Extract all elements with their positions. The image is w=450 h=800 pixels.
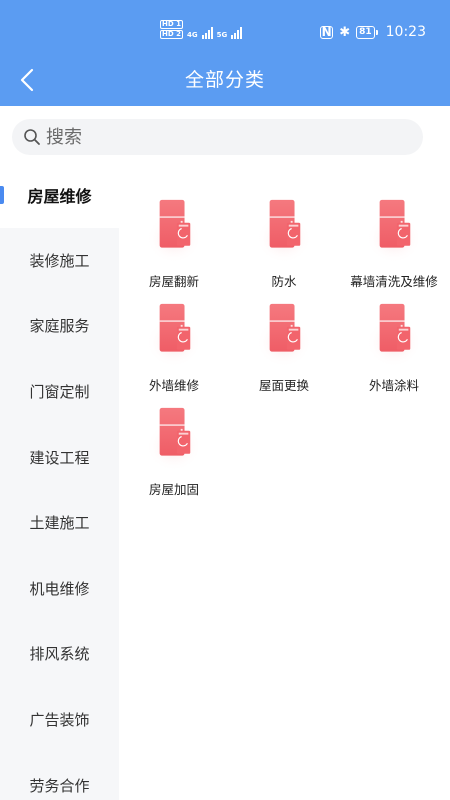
sidebar-item-construction[interactable]: 建设工程: [0, 424, 119, 490]
sidebar-item-electromechanical[interactable]: 机电维修: [0, 556, 119, 622]
search-input[interactable]: [46, 126, 406, 148]
sidebar-item-label: 机电维修: [29, 579, 90, 598]
subcategory-label: 房屋加固: [148, 482, 199, 497]
sidebar-item-decoration[interactable]: 装修施工: [0, 228, 119, 294]
sidebar-item-ventilation[interactable]: 排风系统: [0, 621, 119, 687]
category-sidebar: 房屋维修 装修施工 家庭服务 门窗定制 建设工程 土建施工 机电维修 排风系统 …: [0, 162, 119, 800]
subcategory-panel: 房屋翻新 防水 幕墙清洗及维修 外墙维修 屋面更换 外墙涂料 房屋加固: [119, 162, 450, 800]
signal1-icon: [201, 26, 213, 39]
subcategory-item[interactable]: 房屋翻新: [119, 192, 229, 290]
search-icon: [24, 129, 40, 145]
network1-label: 4G: [186, 31, 198, 39]
sim1-badge: HD 1: [160, 20, 183, 29]
page-title: 全部分类: [184, 69, 265, 91]
subcategory-label: 外墙涂料: [368, 378, 419, 393]
sidebar-item-labor[interactable]: 劳务合作: [0, 752, 119, 800]
subcategory-item[interactable]: 屋面更换: [229, 296, 339, 394]
sidebar-item-home-service[interactable]: 家庭服务: [0, 293, 119, 359]
sidebar-item-label: 建设工程: [29, 448, 90, 467]
sidebar-item-civil-works[interactable]: 土建施工: [0, 490, 119, 556]
sim-status: HD 1 HD 2 4G 5G: [160, 20, 243, 39]
appliance-icon: [146, 407, 202, 470]
sidebar-item-label: 排风系统: [29, 645, 90, 664]
subcategory-label: 防水: [271, 274, 297, 289]
battery-icon: 81: [356, 25, 378, 39]
sim2-badge: HD 2: [160, 30, 183, 39]
signal2-icon: [231, 26, 243, 39]
sidebar-item-label: 广告装饰: [29, 711, 90, 730]
status-bar: HD 1 HD 2 4G 5G N ✱ 81 10:23: [0, 0, 450, 60]
appliance-icon: [256, 199, 312, 262]
sidebar-item-label: 劳务合作: [29, 776, 90, 795]
appliance-icon: [256, 303, 312, 366]
subcategory-label: 房屋翻新: [148, 274, 199, 289]
appliance-icon: [146, 199, 202, 262]
search-box[interactable]: [12, 119, 423, 155]
sidebar-item-label: 家庭服务: [29, 317, 90, 336]
subcategory-label: 幕墙清洗及维修: [350, 274, 438, 289]
sidebar-item-advertising[interactable]: 广告装饰: [0, 687, 119, 753]
subcategory-item[interactable]: 房屋加固: [119, 400, 229, 498]
sidebar-item-doors-windows[interactable]: 门窗定制: [0, 359, 119, 425]
appliance-icon: [366, 303, 422, 366]
network2-label: 5G: [216, 31, 228, 39]
sidebar-item-label: 房屋维修: [27, 186, 92, 206]
subcategory-item[interactable]: 外墙维修: [119, 296, 229, 394]
sidebar-item-house-repair[interactable]: 房屋维修: [0, 162, 119, 228]
app-header: HD 1 HD 2 4G 5G N ✱ 81 10:23 全部分类: [0, 0, 450, 106]
sidebar-item-label: 装修施工: [29, 251, 90, 270]
search-bar: [0, 106, 450, 168]
appliance-icon: [146, 303, 202, 366]
subcategory-item[interactable]: 外墙涂料: [339, 296, 449, 394]
subcategory-label: 屋面更换: [258, 378, 309, 393]
subcategory-item[interactable]: 幕墙清洗及维修: [339, 192, 449, 290]
bluetooth-icon: ✱: [339, 24, 351, 40]
nfc-icon: N: [320, 24, 334, 39]
sidebar-item-label: 土建施工: [29, 514, 90, 533]
subcategory-label: 外墙维修: [148, 378, 199, 393]
subcategory-item[interactable]: 防水: [229, 192, 339, 290]
sidebar-item-label: 门窗定制: [29, 383, 90, 402]
subcategory-grid: 房屋翻新 防水 幕墙清洗及维修 外墙维修 屋面更换 外墙涂料 房屋加固: [119, 192, 450, 498]
status-time: 10:23: [385, 24, 426, 40]
appliance-icon: [366, 199, 422, 262]
